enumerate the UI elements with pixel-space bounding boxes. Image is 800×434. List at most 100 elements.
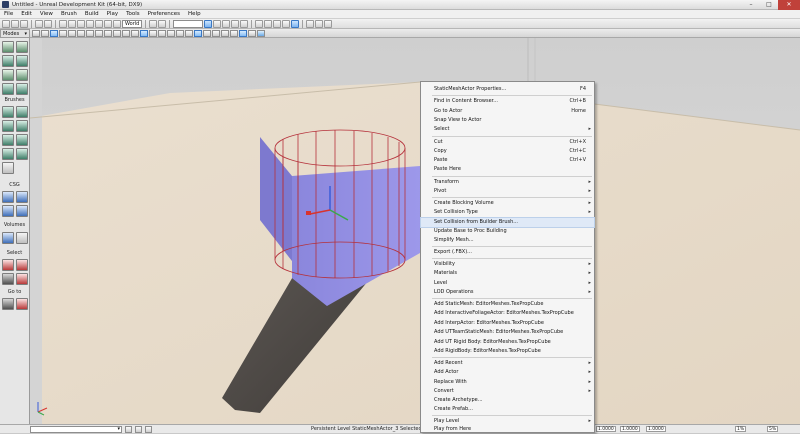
- maximize-button[interactable]: □: [760, 0, 778, 10]
- cylinder-brush-icon[interactable]: [16, 120, 28, 132]
- curved-stair-icon[interactable]: [2, 120, 14, 132]
- scale-grid-icon[interactable]: [77, 19, 85, 28]
- goto-actor-icon[interactable]: [2, 298, 14, 310]
- sheet-brush-icon[interactable]: [16, 134, 28, 146]
- coordinate-system-combo[interactable]: World: [122, 19, 143, 28]
- menu-item-snap-view[interactable]: Snap View to Actor: [421, 116, 594, 125]
- drag-grid-icon[interactable]: [59, 19, 67, 28]
- drag-x-field[interactable]: 1.0000: [596, 426, 616, 432]
- landscape-mode-icon[interactable]: [2, 83, 14, 95]
- save-icon[interactable]: [20, 19, 28, 28]
- rotate-mode-icon[interactable]: [95, 19, 103, 28]
- level-browser-icon[interactable]: [125, 425, 132, 433]
- scale-pct-field[interactable]: 1%: [735, 426, 747, 432]
- menu-item-simplify-mesh[interactable]: Simplify Mesh...: [421, 236, 594, 245]
- reflections-icon[interactable]: [131, 29, 139, 37]
- menu-build[interactable]: Build: [81, 11, 103, 17]
- show-collision-icon[interactable]: [203, 29, 211, 37]
- drag-z-field[interactable]: 1.0000: [646, 426, 666, 432]
- hide-selected-icon[interactable]: [16, 259, 28, 271]
- drag-y-field[interactable]: 1.0000: [620, 426, 640, 432]
- play-on-console-icon[interactable]: [324, 19, 333, 28]
- show-brush-icon[interactable]: [194, 29, 202, 37]
- mesh-paint-icon[interactable]: [2, 69, 14, 81]
- menu-item-lod-operations[interactable]: LOD Operations ▸: [421, 288, 594, 297]
- menu-item-find-content[interactable]: Find in Content Browser... Ctrl+B: [421, 97, 594, 106]
- volumetric-brush-icon[interactable]: [2, 162, 14, 174]
- menu-item-add-utteam[interactable]: Add UTTeamStaticMesh: EditorMeshes.TexPr…: [421, 328, 594, 337]
- mesh-icon[interactable]: [231, 19, 240, 28]
- lit-mode-icon[interactable]: [50, 29, 58, 37]
- translate-mode-icon[interactable]: [86, 19, 94, 28]
- menu-item-paste[interactable]: Paste Ctrl+V: [421, 156, 594, 165]
- csg-deintersect-icon[interactable]: [16, 205, 28, 217]
- build-cover-icon[interactable]: [282, 19, 291, 28]
- build-lighting-icon[interactable]: [264, 19, 273, 28]
- play-icon[interactable]: [257, 29, 265, 37]
- menu-item-add-staticmesh[interactable]: Add StaticMesh: EditorMeshes.TexPropCube: [421, 300, 594, 309]
- menu-item-add-foliage[interactable]: Add InteractiveFoliageActor: EditorMeshe…: [421, 309, 594, 318]
- terrain-mode-icon[interactable]: [2, 55, 14, 67]
- menu-item-convert[interactable]: Convert ▸: [421, 387, 594, 396]
- lock-view-icon[interactable]: [158, 29, 166, 37]
- menu-item-replace-with[interactable]: Replace With ▸: [421, 378, 594, 387]
- game-view-icon[interactable]: [140, 29, 148, 37]
- material-icon[interactable]: [240, 19, 249, 28]
- undo-icon[interactable]: [35, 19, 43, 28]
- texture-density-icon[interactable]: [95, 29, 103, 37]
- menu-preferences[interactable]: Preferences: [144, 11, 184, 17]
- nonuniform-scale-icon[interactable]: [113, 19, 121, 28]
- csg-add-icon[interactable]: [2, 191, 14, 203]
- menu-file[interactable]: File: [0, 11, 17, 17]
- angle-pct-field[interactable]: 5%: [767, 426, 779, 432]
- menu-item-collision-type[interactable]: Set Collision Type ▸: [421, 208, 594, 217]
- menu-item-create-prefab[interactable]: Create Prefab...: [421, 405, 594, 414]
- camera-icon[interactable]: [149, 29, 157, 37]
- menu-item-add-actor[interactable]: Add Actor ▸: [421, 368, 594, 377]
- menu-tools[interactable]: Tools: [122, 11, 144, 17]
- menu-play[interactable]: Play: [103, 11, 122, 17]
- invert-selection-icon[interactable]: [2, 273, 14, 285]
- lighting-info-icon[interactable]: [122, 29, 130, 37]
- new-icon[interactable]: [2, 19, 10, 28]
- fly-cam-icon[interactable]: [239, 29, 247, 37]
- sphere-brush-icon[interactable]: [16, 148, 28, 160]
- search-combo[interactable]: [173, 19, 204, 28]
- menu-item-collision-from-brush[interactable]: Set Collision from Builder Brush...: [420, 217, 595, 228]
- menu-item-select[interactable]: Select ▸: [421, 125, 594, 134]
- matinee-icon[interactable]: [222, 19, 231, 28]
- lighting-only-icon[interactable]: [77, 29, 85, 37]
- cube-brush-icon[interactable]: [16, 106, 28, 118]
- menu-edit[interactable]: Edit: [17, 11, 36, 17]
- show-all-icon[interactable]: [16, 273, 28, 285]
- speed-icon[interactable]: [248, 29, 256, 37]
- light-complexity-icon[interactable]: [86, 29, 94, 37]
- realtime-icon[interactable]: [41, 29, 49, 37]
- csg-subtract-icon[interactable]: [16, 191, 28, 203]
- menu-item-cut[interactable]: Cut Ctrl+X: [421, 138, 594, 147]
- scale-mode-icon[interactable]: [104, 19, 112, 28]
- menu-item-pivot[interactable]: Pivot ▸: [421, 187, 594, 196]
- add-volume-icon[interactable]: [2, 232, 14, 244]
- show-bsp-icon[interactable]: [221, 29, 229, 37]
- lightmap-density-icon[interactable]: [113, 29, 121, 37]
- level-combo[interactable]: [30, 425, 122, 433]
- build-paths-icon[interactable]: [273, 19, 282, 28]
- menu-item-add-ut-rigidbody[interactable]: Add UT Rigid Body: EditorMeshes.TexPropC…: [421, 338, 594, 347]
- cone-brush-icon[interactable]: [2, 106, 14, 118]
- redo-icon[interactable]: [44, 19, 52, 28]
- menu-item-goto-actor[interactable]: Go to Actor Home: [421, 107, 594, 116]
- viewport-options-icon[interactable]: [32, 29, 40, 37]
- static-mesh-icon[interactable]: [16, 83, 28, 95]
- menu-help[interactable]: Help: [184, 11, 205, 17]
- build-all-icon[interactable]: [291, 19, 300, 28]
- texture-mode-icon[interactable]: [16, 55, 28, 67]
- linear-stair-icon[interactable]: [2, 134, 14, 146]
- perspective-viewport[interactable]: [30, 38, 800, 424]
- menu-item-level[interactable]: Level ▸: [421, 279, 594, 288]
- build-geometry-icon[interactable]: [255, 19, 264, 28]
- menu-item-visibility[interactable]: Visibility ▸: [421, 260, 594, 269]
- camera-mode-icon[interactable]: [2, 41, 14, 53]
- show-selected-icon[interactable]: [2, 259, 14, 271]
- show-flags-icon[interactable]: [167, 29, 175, 37]
